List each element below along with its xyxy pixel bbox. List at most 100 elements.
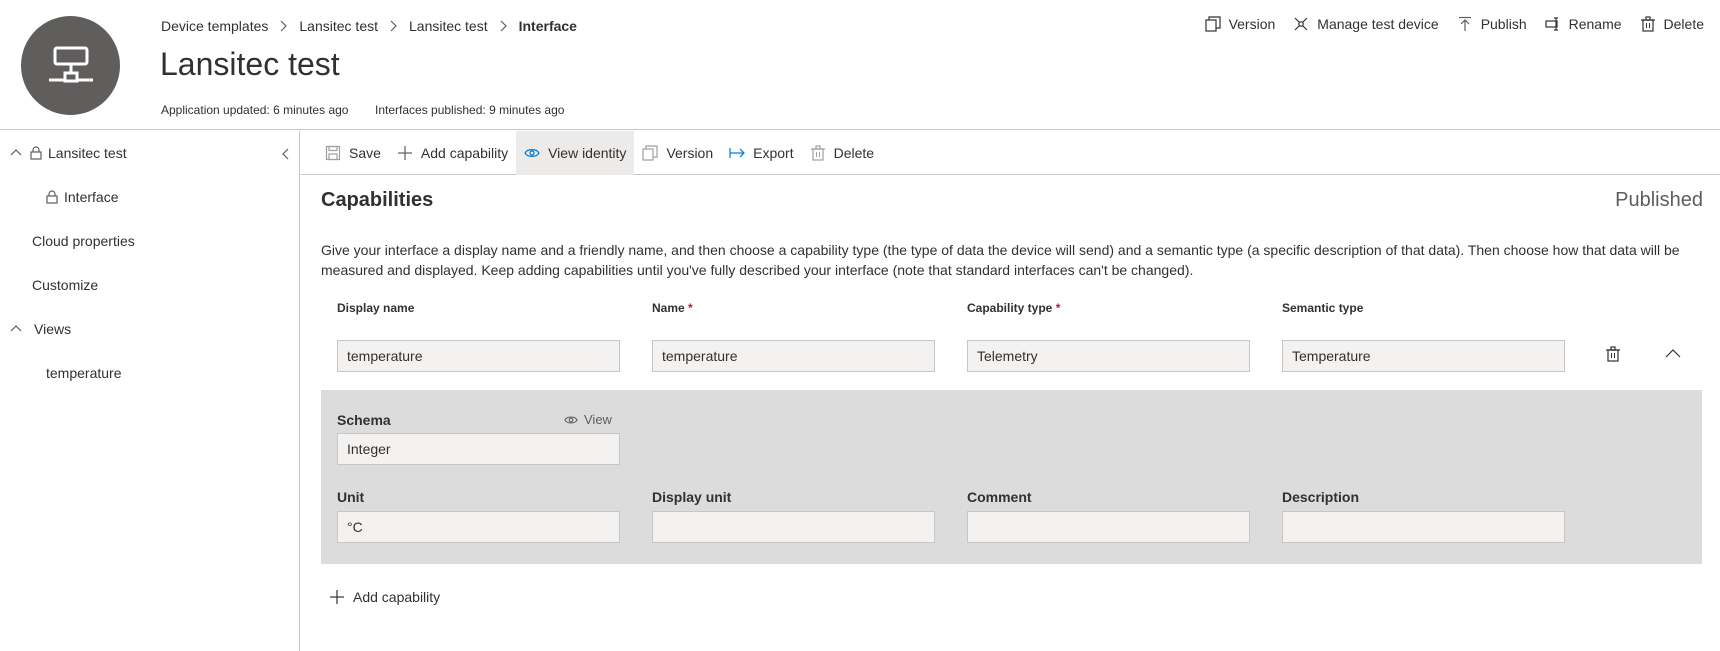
name-field[interactable]: temperature [652,340,935,372]
chevron-right-icon [389,20,398,32]
version-label: Version [1228,16,1276,32]
breadcrumb-item-device-templates[interactable]: Device templates [161,18,268,34]
manage-test-device-button[interactable]: Manage test device [1293,16,1439,32]
schema-dropdown[interactable]: Integer [337,433,620,465]
interfaces-published-text: Interfaces published: 9 minutes ago [375,103,565,117]
view-identity-button[interactable]: View identity [516,130,635,175]
eye-icon [564,416,578,423]
version-icon [1204,16,1221,32]
version-button[interactable]: Version [634,131,721,175]
trash-icon [810,144,825,161]
semantic-type-dropdown[interactable]: Temperature [1282,340,1565,372]
sidebar-item-views[interactable]: Views [10,321,71,337]
sidebar-item-label: Cloud properties [32,233,135,249]
page-title: Lansitec test [160,46,340,82]
delete-label: Delete [1663,16,1704,32]
sidebar-item-label: Interface [64,189,119,205]
sidebar-item-temperature-view[interactable]: temperature [46,365,121,381]
display-name-column-label: Display name [337,301,415,315]
unit-dropdown[interactable]: °C [337,511,620,543]
publish-icon [1458,16,1471,31]
semantic-type-column-label: Semantic type [1282,301,1364,315]
save-label: Save [349,144,381,161]
application-updated-text: Application updated: 6 minutes ago [161,103,349,117]
plus-icon [397,145,412,160]
save-button[interactable]: Save [317,131,389,175]
delete-button[interactable]: Delete [802,131,882,175]
name-column-label: Name * [652,301,693,315]
unit-label: Unit [337,489,365,505]
collapse-sidebar-button[interactable] [279,147,293,161]
header-actions: Version Manage test device Publish Renam… [1187,16,1704,32]
display-name-field[interactable]: temperature [337,340,620,372]
sidebar-item-label: Customize [32,277,99,293]
sidebar-item-cloud-properties[interactable]: Cloud properties [32,233,135,249]
eye-icon [524,148,540,157]
collapse-capability-button[interactable] [1665,346,1681,362]
save-icon [325,145,341,160]
rename-icon [1545,17,1558,31]
export-button[interactable]: Export [721,131,801,175]
display-unit-label: Display unit [652,489,732,505]
schema-view-button[interactable]: View [564,412,612,427]
network-device-icon [48,46,93,82]
description-label: Description [1282,489,1360,505]
required-marker: * [688,301,693,315]
capability-details-panel: Schema View Integer Unit Display unit Co… [321,390,1702,564]
chevron-up-icon [10,149,22,156]
manage-test-device-label: Manage test device [1317,16,1439,32]
required-marker: * [1055,301,1061,315]
command-bar: Save Add capability View identity Versio… [301,130,1720,175]
comment-label: Comment [967,489,1032,505]
breadcrumb-item-current: Interface [518,18,577,34]
rename-label: Rename [1568,16,1622,32]
lock-icon [46,190,58,204]
chevron-up-icon [10,325,22,332]
delete-label: Delete [833,144,875,161]
capabilities-panel: Capabilities Published Give your interfa… [301,176,1720,651]
sidebar-item-label: Lansitec test [48,145,127,161]
page-header: Device templates Lansitec test Lansitec … [0,0,1720,130]
publish-button[interactable]: Publish [1457,16,1527,32]
comment-field[interactable] [967,511,1250,543]
lock-icon [30,146,42,160]
sidebar-item-label: Views [34,321,72,337]
add-capability-button[interactable]: Add capability [389,131,516,175]
capability-type-dropdown[interactable]: Telemetry [967,340,1250,372]
export-label: Export [753,144,794,161]
rename-button[interactable]: Rename [1545,16,1622,32]
intro-text: Give your interface a display name and a… [321,242,1680,278]
breadcrumb-item-template[interactable]: Lansitec test [299,18,378,34]
plus-icon [330,590,344,604]
publish-label: Publish [1480,16,1527,32]
delete-capability-button[interactable] [1605,346,1621,362]
breadcrumb: Device templates Lansitec test Lansitec … [161,18,577,34]
chevron-left-icon [282,148,289,160]
capability-type-column-label: Capability type * [967,301,1061,315]
publish-status: Published [1615,189,1703,211]
chevron-right-icon [499,20,508,32]
sidebar-item-interface[interactable]: Interface [46,189,118,205]
view-identity-label: View identity [548,144,627,161]
chevron-right-icon [279,20,288,32]
add-capability-link[interactable]: Add capability [329,589,440,605]
schema-label: Schema [337,412,391,428]
trash-icon [1606,346,1620,362]
chevron-up-icon [1665,349,1681,358]
delete-button[interactable]: Delete [1640,16,1704,32]
display-unit-field[interactable] [652,511,935,543]
device-template-avatar [21,16,120,115]
sidebar-item-label: temperature [46,365,122,381]
sidebar-item-template[interactable]: Lansitec test [10,145,127,161]
breadcrumb-item-component[interactable]: Lansitec test [409,18,488,34]
description-field[interactable] [1282,511,1565,543]
schema-view-label: View [584,412,612,427]
export-icon [729,147,745,158]
add-capability-label: Add capability [420,144,509,161]
section-title: Capabilities [321,189,434,211]
sidebar: Lansitec test Interface Cloud properties… [0,131,300,651]
sidebar-item-customize[interactable]: Customize [32,277,98,293]
version-icon [642,144,659,161]
version-button[interactable]: Version [1204,16,1276,32]
add-capability-label: Add capability [353,589,441,605]
